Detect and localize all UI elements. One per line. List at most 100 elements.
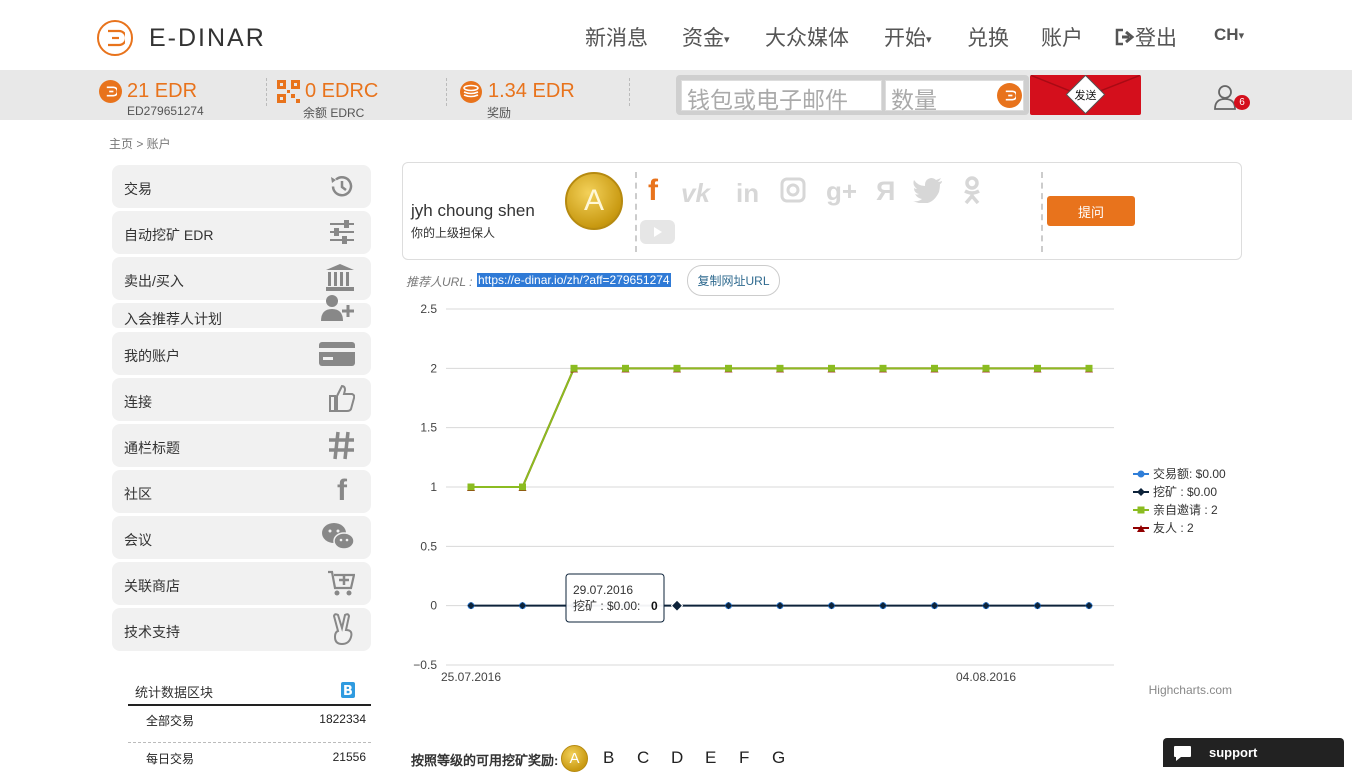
y-tick-label: 0 bbox=[430, 599, 437, 613]
chart-credit: Highcharts.com bbox=[1149, 683, 1232, 697]
send-button[interactable]: 发送 bbox=[1030, 75, 1141, 115]
nav-exchange[interactable]: 兑换 bbox=[967, 22, 1009, 52]
odnoklassniki-icon[interactable] bbox=[963, 176, 981, 204]
sidebar-item-label: 通栏标题 bbox=[124, 440, 180, 456]
youtube-icon[interactable] bbox=[640, 220, 675, 244]
nav-funds[interactable]: 资金▾ bbox=[682, 22, 730, 52]
referral-url-text[interactable]: https://e-dinar.io/zh/?aff=279651274 bbox=[477, 273, 671, 287]
reward-balance: 1.34 EDR bbox=[488, 80, 575, 102]
facebook-icon[interactable]: f bbox=[648, 174, 658, 208]
divider bbox=[266, 78, 267, 106]
google-plus-icon[interactable]: g+ bbox=[826, 176, 857, 207]
wallet-id: ED279651274 bbox=[127, 104, 204, 118]
sidebar-item-label: 交易 bbox=[124, 181, 152, 197]
ask-question-button[interactable]: 提问 bbox=[1047, 196, 1135, 226]
sidebar-item-meeting[interactable]: 会议 bbox=[112, 516, 371, 559]
tooltip-value: 0 bbox=[651, 599, 658, 613]
legend-label: 挖矿 : $0.00 bbox=[1153, 484, 1217, 499]
data-point bbox=[519, 483, 526, 491]
stats-value-total-transactions: 1822334 bbox=[319, 712, 366, 726]
legend-label: 交易额: $0.00 bbox=[1153, 466, 1226, 481]
nav-news[interactable]: 新消息 bbox=[585, 22, 648, 52]
sidebar-item-transactions[interactable]: 交易 bbox=[112, 165, 371, 208]
tooltip-date: 29.07.2016 bbox=[573, 583, 633, 597]
vk-icon[interactable]: vk bbox=[681, 178, 710, 209]
logo-icon[interactable] bbox=[97, 20, 133, 56]
nav-start[interactable]: 开始▾ bbox=[884, 22, 932, 52]
sidebar-item-label: 我的账户 bbox=[124, 348, 180, 364]
data-point bbox=[879, 364, 887, 372]
grade-c[interactable]: C bbox=[637, 748, 649, 768]
divider bbox=[446, 78, 447, 106]
history-icon bbox=[331, 175, 353, 197]
yandex-icon[interactable]: Я bbox=[876, 176, 895, 207]
referral-chart: 2.5 2 1.5 1 0.5 0 −0.5 25.07.2016 04.08.2016 交易额:… bbox=[413, 302, 1232, 697]
grade-f[interactable]: F bbox=[739, 748, 749, 768]
divider bbox=[128, 704, 371, 706]
sidebar-item-tech-support[interactable]: 技术支持 bbox=[112, 608, 371, 651]
x-tick-label: 04.08.2016 bbox=[956, 670, 1016, 684]
data-point bbox=[1085, 364, 1093, 372]
nav-social-media[interactable]: 大众媒体 bbox=[765, 22, 849, 52]
divider bbox=[629, 78, 630, 106]
edr-balance: 21 EDR bbox=[127, 80, 198, 102]
y-tick-label: −0.5 bbox=[413, 658, 437, 672]
sidebar-item-label: 社区 bbox=[124, 486, 152, 502]
language-select[interactable]: CH▾ bbox=[1214, 25, 1244, 45]
qr-code-icon bbox=[277, 80, 300, 108]
sidebar-item-community[interactable]: 社区 f bbox=[112, 470, 371, 513]
sidebar-item-label: 自动挖矿 EDR bbox=[124, 227, 214, 243]
stats-label-daily-transactions: 每日交易 bbox=[146, 752, 195, 766]
sidebar-item-auto-mining[interactable]: 自动挖矿 EDR bbox=[112, 211, 371, 254]
data-point bbox=[670, 599, 684, 612]
sliders-icon bbox=[330, 220, 354, 244]
stats-title: 统计数据区块 bbox=[135, 685, 214, 700]
sponsor-subtitle: 你的上级担保人 bbox=[411, 226, 496, 240]
support-chat-button[interactable]: support bbox=[1163, 738, 1344, 767]
copy-url-button[interactable]: 复制网址URL bbox=[687, 265, 780, 296]
grade-a-label: A bbox=[569, 750, 580, 767]
legend-label: 友人 : 2 bbox=[1153, 521, 1194, 535]
sidebar-item-partner-store[interactable]: 关联商店 bbox=[112, 562, 371, 605]
data-point bbox=[776, 364, 784, 372]
grade-e[interactable]: E bbox=[705, 748, 716, 768]
logout-icon bbox=[1115, 28, 1135, 46]
sidebar-item-referral-program[interactable]: 入会推荐人计划 bbox=[112, 295, 371, 328]
sponsor-avatar: A bbox=[565, 172, 623, 230]
top-header: E-DINAR 新消息 资金▾ 大众媒体 开始▾ 兑换 账户 登出 CH▾ bbox=[0, 0, 1352, 70]
grade-a-coin[interactable]: A bbox=[561, 745, 588, 772]
support-label: support bbox=[1209, 745, 1258, 760]
sidebar-item-connect[interactable]: 连接 bbox=[112, 378, 371, 421]
brand-name[interactable]: E-DINAR bbox=[149, 24, 266, 53]
y-tick-label: 0.5 bbox=[420, 539, 437, 553]
nav-account[interactable]: 账户 bbox=[1041, 22, 1083, 52]
sidebar-item-label: 卖出/买入 bbox=[124, 273, 184, 289]
tooltip-box bbox=[565, 573, 665, 623]
wallet-email-input[interactable]: 钱包或电子邮件 bbox=[681, 80, 882, 114]
nav-logout[interactable]: 登出 bbox=[1115, 22, 1177, 52]
linkedin-icon[interactable]: in bbox=[736, 178, 759, 209]
notification-badge: 6 bbox=[1234, 95, 1250, 110]
facebook-icon: f bbox=[337, 474, 347, 507]
instagram-icon[interactable] bbox=[780, 177, 806, 203]
sidebar-item-banner[interactable]: 通栏标题 bbox=[112, 424, 371, 467]
grade-g[interactable]: G bbox=[772, 748, 785, 768]
cart-plus-icon bbox=[328, 570, 355, 596]
legend-label: 亲自邀请 : 2 bbox=[1153, 502, 1218, 517]
sponsor-name: jyh choung shen bbox=[411, 201, 535, 220]
chevron-down-icon: ▾ bbox=[926, 33, 932, 46]
data-point bbox=[1034, 364, 1041, 372]
y-tick-label: 2.5 bbox=[420, 302, 437, 316]
grade-d[interactable]: D bbox=[671, 748, 683, 768]
chat-bubble-icon bbox=[1174, 746, 1191, 761]
breadcrumb[interactable]: 主页 > 账户 bbox=[109, 135, 171, 152]
grade-b[interactable]: B bbox=[603, 748, 614, 768]
twitter-icon[interactable] bbox=[913, 178, 943, 203]
edrc-balance: 0 EDRC bbox=[305, 80, 379, 102]
sidebar-item-my-account[interactable]: 我的账户 bbox=[112, 332, 371, 375]
data-point bbox=[673, 364, 681, 372]
add-user-icon bbox=[321, 295, 354, 321]
sidebar-item-label: 会议 bbox=[124, 532, 152, 548]
sidebar-item-label: 技术支持 bbox=[124, 624, 180, 640]
y-tick-label: 1 bbox=[430, 480, 437, 494]
